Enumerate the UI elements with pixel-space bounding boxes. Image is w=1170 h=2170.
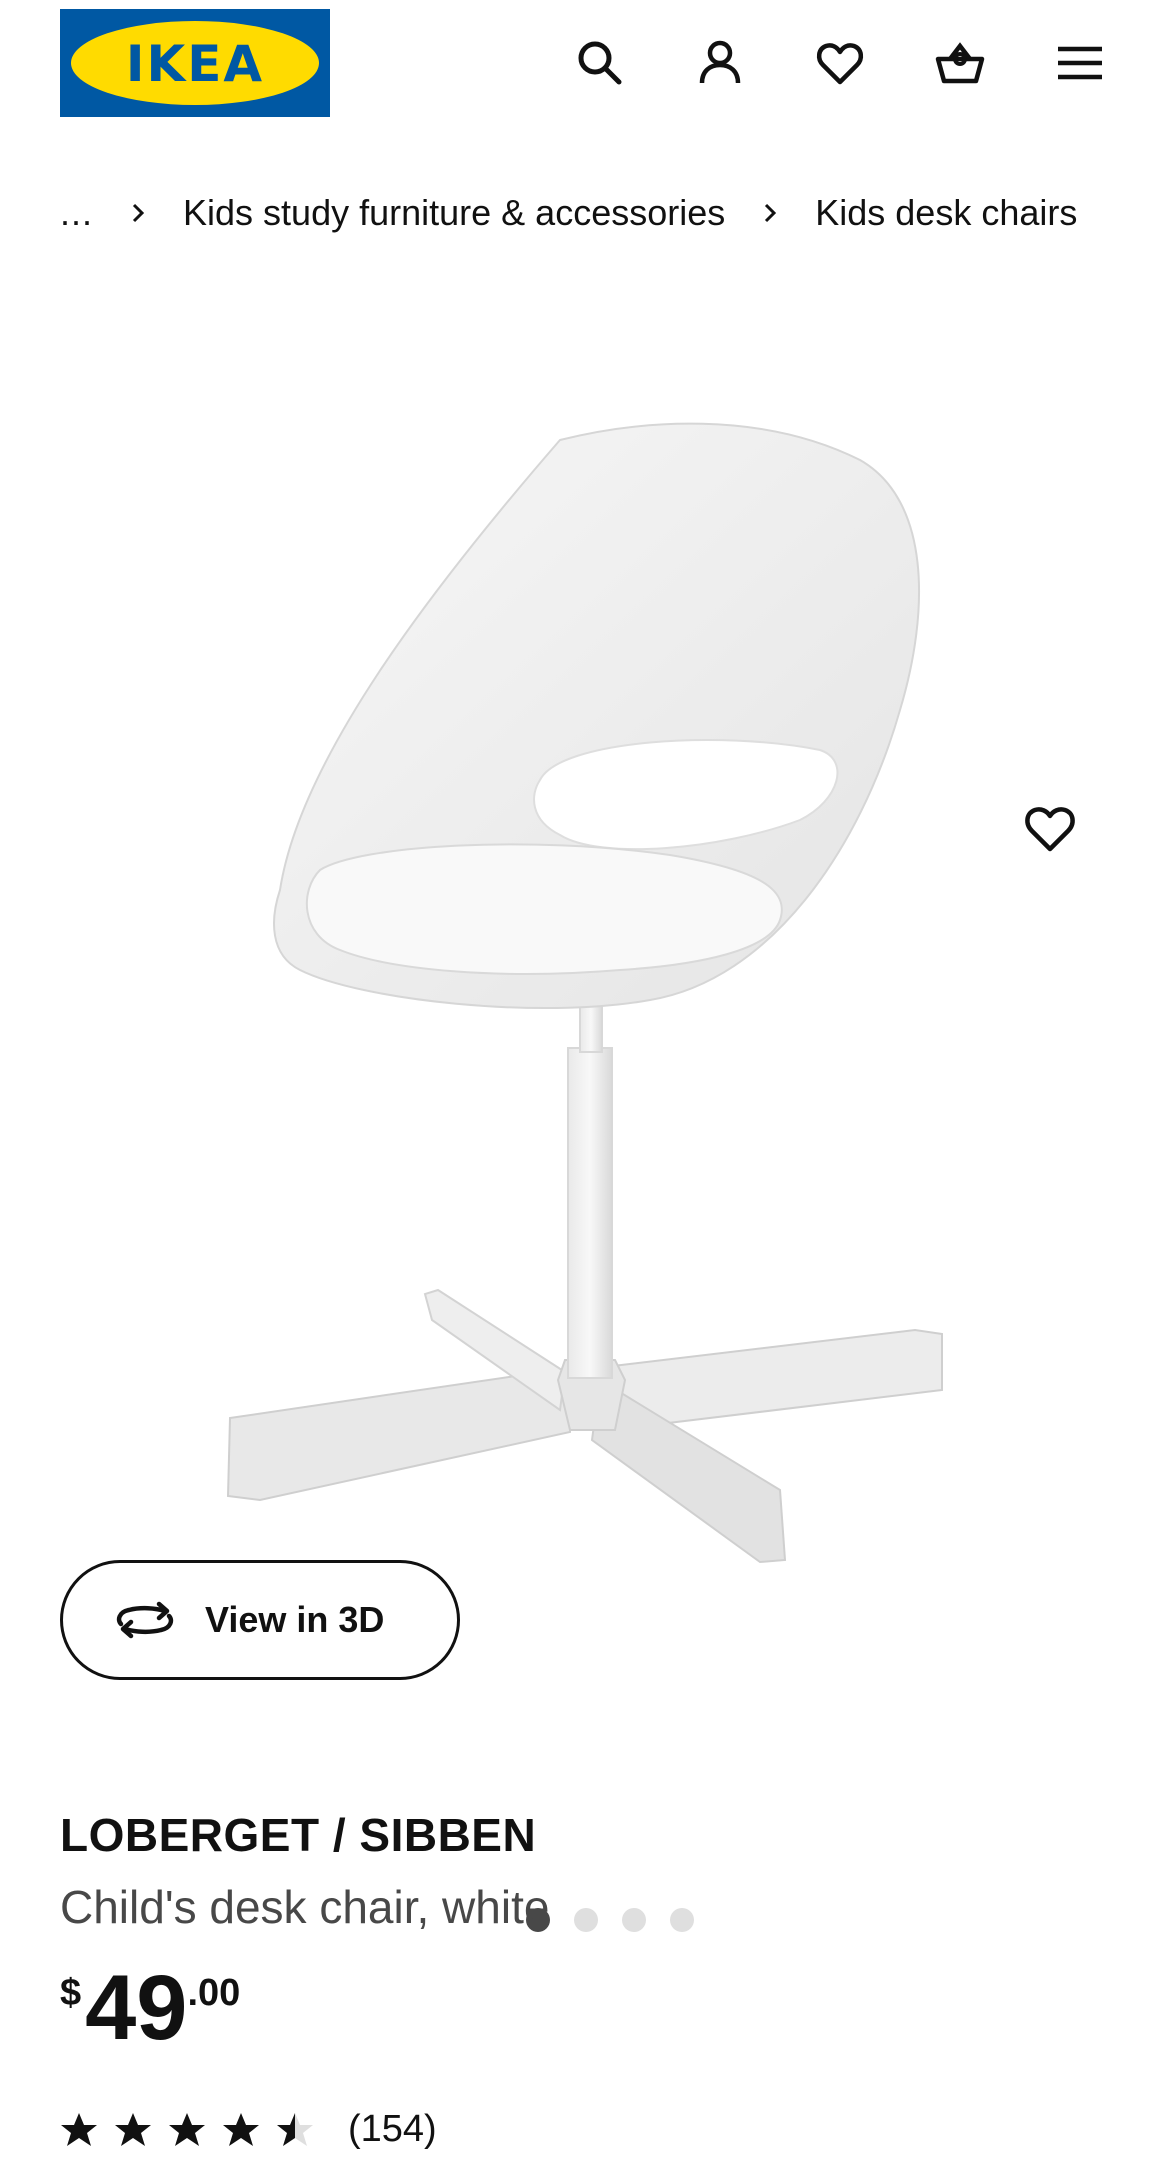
product-rating[interactable]: (154): [60, 2108, 437, 2151]
view-in-3d-label: View in 3D: [205, 1599, 385, 1640]
review-count: (154): [348, 2108, 437, 2150]
add-to-favourites-button[interactable]: [1010, 788, 1090, 868]
price-decimal: .00: [187, 1972, 241, 2014]
star-full-icon: [169, 2112, 205, 2146]
svg-text:IKEA: IKEA: [126, 35, 264, 93]
search-icon[interactable]: [570, 30, 630, 96]
star-full-icon: [115, 2112, 151, 2146]
gallery-dot-4[interactable]: [670, 1908, 694, 1932]
heart-icon[interactable]: [810, 30, 870, 96]
product-image[interactable]: [0, 290, 1170, 1590]
rotate-3d-icon: [116, 1601, 174, 1639]
site-header: IKEA: [0, 0, 1170, 130]
star-full-icon: [61, 2112, 97, 2146]
chevron-right-icon: [755, 198, 785, 228]
star-half-icon: [277, 2112, 313, 2146]
basket-icon[interactable]: [930, 30, 990, 96]
ikea-logo[interactable]: IKEA: [60, 9, 330, 117]
breadcrumb: ... Kids study furniture & accessories K…: [60, 192, 1077, 234]
heart-icon: [1025, 807, 1075, 852]
price-integer: 49: [85, 1957, 188, 2059]
menu-icon[interactable]: [1050, 30, 1110, 96]
price-currency: $: [60, 1972, 82, 2014]
gallery-dot-3[interactable]: [622, 1908, 646, 1932]
product-gallery: View in 3D: [0, 290, 1170, 1932]
breadcrumb-ellipsis[interactable]: ...: [60, 192, 93, 234]
breadcrumb-item-kids-desk-chairs[interactable]: Kids desk chairs: [815, 192, 1077, 234]
account-icon[interactable]: [690, 30, 750, 96]
ikea-logo-graphic: IKEA: [60, 9, 330, 117]
product-price: $ 49 .00: [60, 1960, 240, 2056]
chevron-right-icon: [123, 198, 153, 228]
header-actions: [570, 30, 1110, 96]
view-in-3d-button[interactable]: View in 3D: [60, 1560, 460, 1680]
star-full-icon: [223, 2112, 259, 2146]
gallery-dot-2[interactable]: [574, 1908, 598, 1932]
breadcrumb-item-kids-study-furniture[interactable]: Kids study furniture & accessories: [183, 192, 725, 234]
product-description: Child's desk chair, white: [60, 1881, 550, 1933]
product-name: LOBERGET / SIBBEN: [60, 1809, 537, 1861]
